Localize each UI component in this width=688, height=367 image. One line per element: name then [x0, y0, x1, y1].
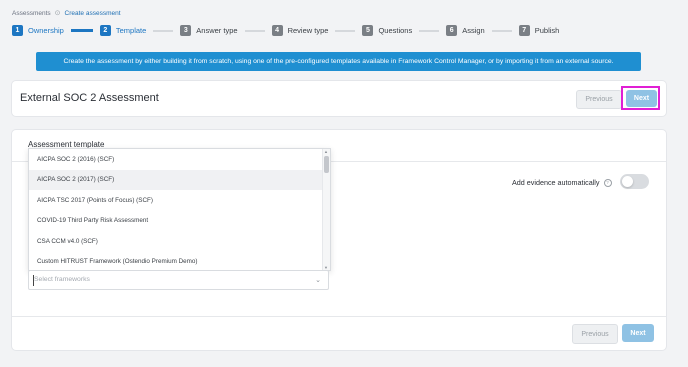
- scrollbar-thumb[interactable]: [324, 156, 329, 173]
- breadcrumb: Assessments ⊙ Create assessment: [12, 9, 121, 18]
- step-questions[interactable]: 5 Questions: [362, 25, 412, 36]
- add-evidence-toggle[interactable]: [620, 174, 649, 189]
- step-label: Publish: [534, 26, 560, 35]
- breadcrumb-create-assessment[interactable]: Create assessment: [65, 10, 121, 17]
- framework-option[interactable]: AICPA SOC 2 (2016) (SCF): [29, 149, 330, 170]
- step-number: 4: [271, 25, 283, 36]
- step-label: Template: [115, 26, 147, 35]
- step-publish[interactable]: 7 Publish: [518, 25, 560, 36]
- evidence-label: Add evidence automatically ?: [512, 178, 612, 187]
- step-assign[interactable]: 6 Assign: [446, 25, 485, 36]
- step-connector: [419, 29, 440, 32]
- footer-previous-button[interactable]: Previous: [572, 324, 618, 344]
- previous-button[interactable]: Previous: [576, 90, 622, 109]
- scroll-up-icon[interactable]: ▲: [324, 149, 328, 154]
- info-banner: Create the assessment by either building…: [36, 52, 641, 71]
- framework-option[interactable]: AICPA TSC 2017 (Points of Focus) (SCF): [29, 190, 330, 211]
- step-answer-type[interactable]: 3 Answer type: [180, 25, 238, 36]
- step-number: 7: [518, 25, 530, 36]
- assessment-header-card: External SOC 2 Assessment Previous Next: [12, 81, 666, 116]
- frameworks-dropdown-list[interactable]: AICPA SOC 2 (2016) (SCF) AICPA SOC 2 (20…: [28, 148, 331, 271]
- step-number: 2: [99, 25, 111, 36]
- framework-option-selected[interactable]: AICPA SOC 2 (2017) (SCF): [29, 169, 330, 190]
- step-ownership[interactable]: 1 Ownership: [12, 25, 64, 36]
- info-icon[interactable]: ?: [603, 178, 612, 187]
- chevron-down-icon[interactable]: ⌄: [315, 276, 321, 284]
- divider: [12, 316, 666, 317]
- toggle-knob: [622, 176, 633, 187]
- framework-option[interactable]: CSA CCM v4.0 (SCF): [29, 231, 330, 252]
- select-placeholder: Select frameworks: [34, 276, 90, 283]
- step-number: 1: [12, 25, 23, 36]
- step-label: Questions: [378, 26, 413, 35]
- page-title: External SOC 2 Assessment: [20, 92, 159, 104]
- step-connector: [244, 29, 265, 32]
- dropdown-scrollbar[interactable]: ▲ ▼: [322, 149, 330, 270]
- framework-option[interactable]: Custom HITRUST Framework (Ostendio Premi…: [29, 252, 330, 271]
- step-label: Answer type: [196, 26, 238, 35]
- step-label: Review type: [287, 26, 329, 35]
- step-label: Ownership: [28, 26, 64, 35]
- wizard-stepper: 1 Ownership 2 Template 3 Answer type 4 R…: [12, 25, 559, 36]
- step-connector: [335, 29, 356, 32]
- breadcrumb-separator-icon: ⊙: [54, 10, 61, 17]
- step-connector: [491, 29, 512, 32]
- step-number: 3: [180, 25, 192, 36]
- step-template[interactable]: 2 Template: [99, 25, 147, 36]
- step-connector: [153, 29, 174, 32]
- step-number: 6: [446, 25, 458, 36]
- step-connector: [70, 29, 93, 32]
- breadcrumb-assessments[interactable]: Assessments: [12, 10, 51, 17]
- select-frameworks-input[interactable]: Select frameworks ⌄: [28, 270, 329, 290]
- step-number: 5: [362, 25, 374, 36]
- step-label: Assign: [462, 26, 485, 35]
- footer-next-button[interactable]: Next: [622, 324, 654, 342]
- framework-option[interactable]: COVID-19 Third Party Risk Assessment: [29, 211, 330, 232]
- step-review-type[interactable]: 4 Review type: [271, 25, 329, 36]
- highlight-box: [621, 86, 660, 110]
- evidence-label-text: Add evidence automatically: [512, 178, 600, 187]
